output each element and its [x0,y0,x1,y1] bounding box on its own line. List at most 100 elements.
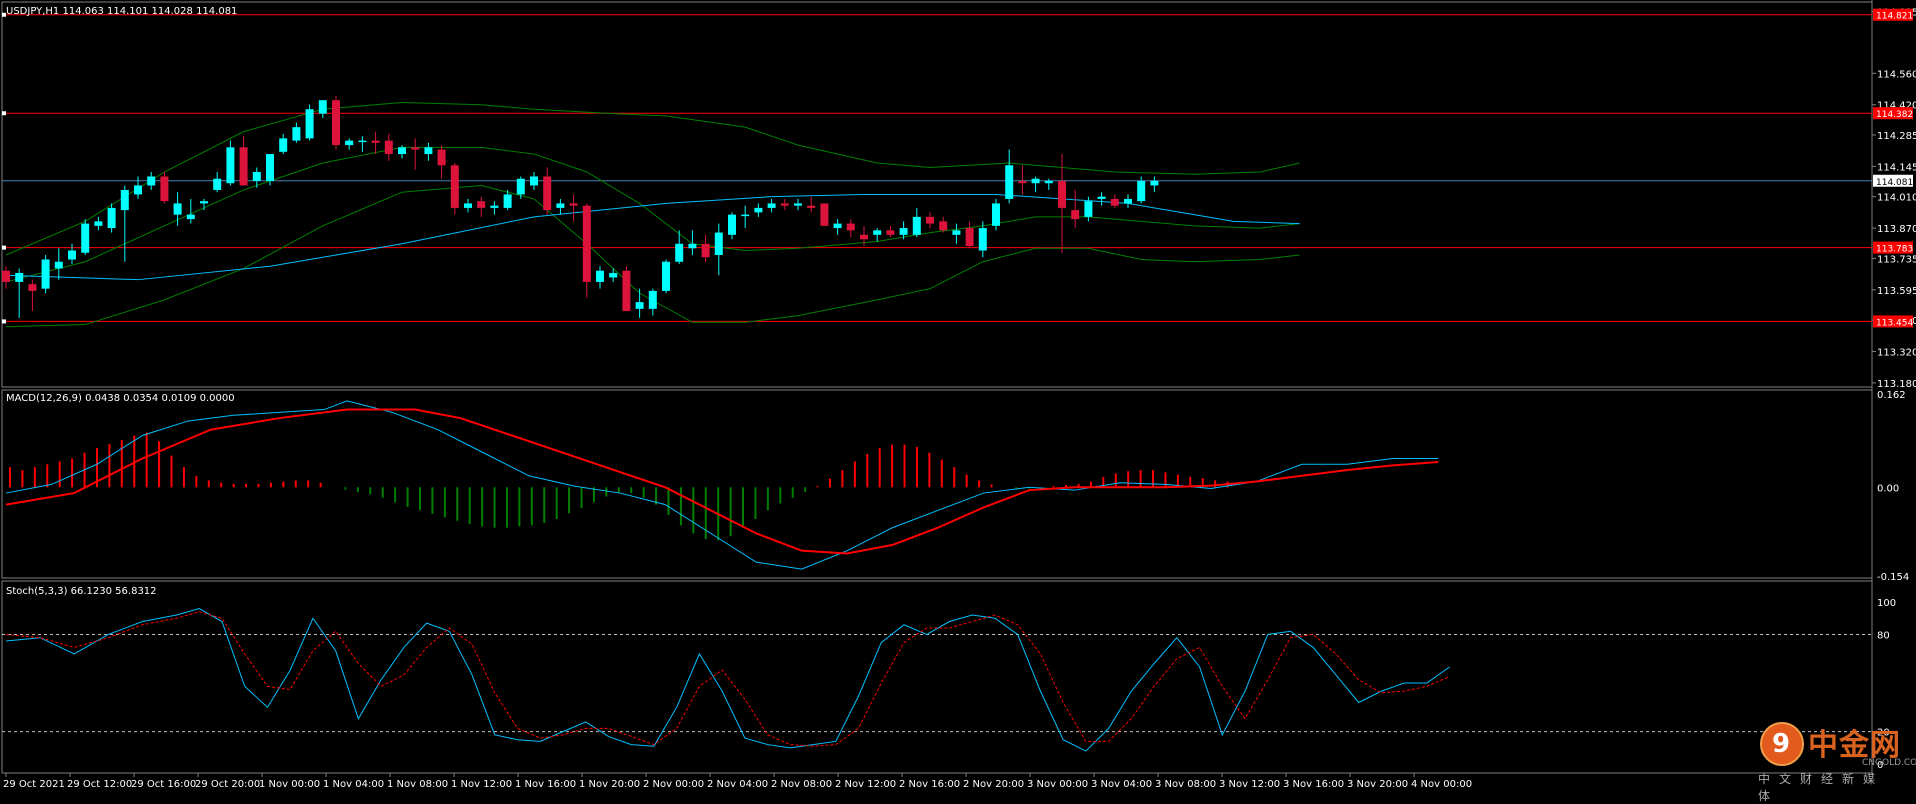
time-axis-label: 29 Oct 2021 [3,779,65,790]
level-handle [2,111,6,116]
candle-body [939,221,948,231]
price-tag-label: 113.454 [1876,318,1913,328]
candle-body [1018,180,1027,184]
time-axis-label: 3 Nov 16:00 [1283,779,1344,790]
logo-domain: CNGOLD.COM.CN [1862,758,1916,768]
candle-body [635,302,644,309]
candle-body [596,270,604,282]
time-axis-label: 3 Nov 08:00 [1155,779,1216,790]
candle-body [675,243,684,262]
stoch-axis-label: 100 [1877,598,1896,609]
time-axis-label: 4 Nov 00:00 [1411,779,1472,790]
candle-body [728,214,736,235]
candle-body [68,250,76,260]
candle-body [424,147,433,155]
cngold-logo-icon: 9 [1760,722,1804,766]
time-axis-label: 29 Oct 16:00 [131,779,196,790]
candle-body [490,205,499,208]
macd-pane-header: MACD(12,26,9) 0.0438 0.0354 0.0109 0.000… [6,393,235,404]
time-axis-label: 29 Oct 20:00 [195,779,260,790]
candle-body [94,221,103,226]
candle-body [54,261,63,269]
macd-axis-label: 0.00 [1877,483,1899,494]
candle-body [345,140,354,146]
candle-body [1137,180,1146,202]
candle-body [582,205,591,282]
candle-body [292,127,301,141]
candle-body [411,147,420,150]
candle-body [609,272,618,278]
macd-axis-label: 0.162 [1877,390,1906,401]
candle-body [741,214,750,217]
candle-body [279,138,288,152]
candle-body [1110,198,1119,206]
candle-body [569,203,578,206]
macd-axis-label: -0.154 [1877,572,1909,583]
candle-body [1124,198,1132,204]
time-axis-label: 2 Nov 08:00 [771,779,832,790]
candle-body [107,207,116,229]
candle-body [160,176,169,202]
candle-body [1097,196,1106,199]
trading-chart[interactable]: 114.835114.560114.420114.285114.145114.0… [0,0,1916,793]
candle-body [147,176,156,186]
price-axis-label: 113.180 [1877,379,1916,390]
candle-body [239,147,248,186]
price-axis-label: 113.870 [1877,224,1916,235]
time-axis-label: 29 Oct 12:00 [67,779,132,790]
candle-body [226,147,235,184]
price-axis-label: 114.010 [1877,193,1916,204]
candle-body [371,140,380,143]
time-axis-label: 2 Nov 00:00 [643,779,704,790]
candle-body [1084,201,1093,217]
price-tag-label: 114.821 [1876,12,1913,22]
time-axis-label: 2 Nov 12:00 [835,779,896,790]
time-axis-label: 2 Nov 04:00 [707,779,768,790]
candle-body [1031,178,1040,184]
time-axis-label: 3 Nov 00:00 [1027,779,1088,790]
candle-body [912,216,921,235]
candle-body [978,228,987,251]
price-axis-label: 114.285 [1877,131,1916,142]
candle-body [530,176,538,186]
candle-body [688,243,697,249]
candle-body [622,270,631,312]
candle-body [384,140,393,155]
candle-body [767,203,776,208]
candle-body [120,189,129,211]
time-axis-label: 1 Nov 04:00 [323,779,384,790]
time-axis-label: 3 Nov 12:00 [1219,779,1280,790]
time-axis-label: 2 Nov 20:00 [963,779,1024,790]
level-handle [2,245,6,250]
time-axis-label: 1 Nov 12:00 [451,779,512,790]
candle-body [41,259,50,289]
candle-body [833,223,842,229]
candle-body [1044,180,1053,184]
candle-body [648,290,657,309]
candle-body [186,214,195,220]
candle-body [860,234,868,240]
candle-body [450,165,459,208]
candle-body [754,207,763,213]
time-axis-label: 1 Nov 20:00 [579,779,640,790]
time-axis-label: 1 Nov 00:00 [259,779,320,790]
candle-body [886,230,895,235]
candle-body [305,109,314,139]
candle-body [134,185,142,195]
price-axis-label: 113.735 [1877,254,1916,265]
stoch-axis-label: 80 [1877,630,1890,641]
candle-body [846,223,855,231]
candle-body [701,243,710,258]
candle-body [714,232,723,256]
main-pane-header: USDJPY,H1 114.063 114.101 114.028 114.08… [6,6,237,17]
candle-body [318,100,327,114]
candle-body [464,203,472,208]
candle-body [807,205,816,208]
candle-body [952,230,961,235]
cngold-logo: 9 中金网 CNGOLD.COM.CN 中文财经新媒体 [1754,718,1916,803]
candle-body [358,140,367,143]
time-axis-label: 3 Nov 04:00 [1091,779,1152,790]
logo-subtitle: 中文财经新媒体 [1758,772,1885,803]
candle-body [28,284,37,291]
candle-body [780,203,789,206]
